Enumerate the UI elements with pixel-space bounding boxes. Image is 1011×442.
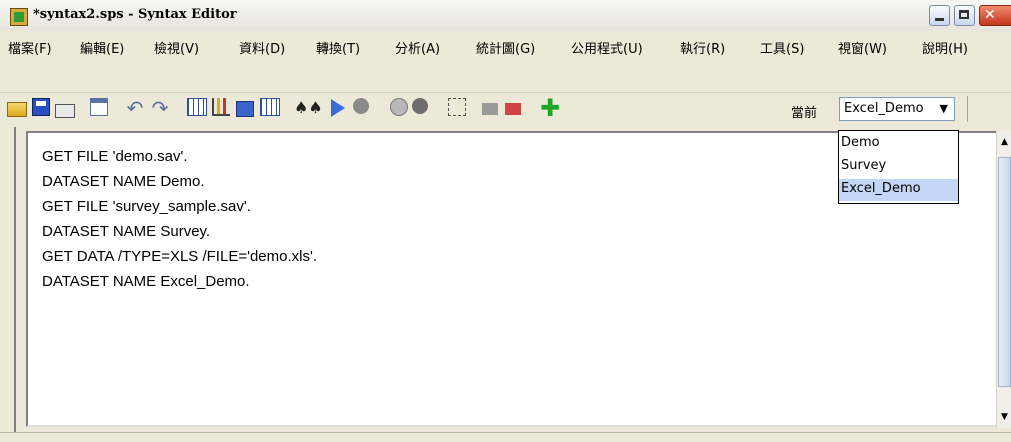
scroll-up-icon[interactable]: ▲	[997, 134, 1011, 151]
variables-icon[interactable]	[260, 98, 280, 116]
menu-data[interactable]: 資料(D)	[239, 38, 285, 57]
scroll-thumb[interactable]	[998, 157, 1011, 387]
vertical-scrollbar[interactable]: ▲ ▼	[996, 131, 1011, 428]
stop-icon[interactable]	[353, 98, 369, 114]
code-line[interactable]: GET FILE 'demo.sav'.	[42, 148, 188, 165]
editor-gutter	[14, 127, 16, 441]
menu-file[interactable]: 檔案(F)	[8, 38, 52, 57]
title-bar: *syntax2.sps - Syntax Editor	[0, 0, 1011, 32]
menu-analyze[interactable]: 分析(A)	[395, 38, 440, 57]
toggle-bookmark-icon[interactable]	[412, 98, 428, 114]
menu-graphs[interactable]: 統計圖(G)	[476, 38, 535, 57]
app-icon	[10, 8, 28, 26]
menu-transform[interactable]: 轉換(T)	[316, 38, 360, 57]
chart-icon[interactable]	[212, 98, 230, 116]
dataset-label: 當前	[791, 106, 818, 121]
data-editor-icon[interactable]	[90, 98, 108, 116]
bookmark-icon[interactable]	[390, 98, 408, 116]
minimize-button[interactable]	[929, 5, 950, 26]
menu-window[interactable]: 視窗(W)	[838, 38, 887, 57]
goto-data-icon[interactable]	[187, 98, 207, 116]
dataset-dropdown-list: Demo Survey Excel_Demo	[838, 130, 959, 204]
window-title: *syntax2.sps - Syntax Editor	[33, 7, 237, 22]
code-line[interactable]: DATASET NAME Excel_Demo.	[42, 273, 250, 290]
code-line[interactable]: GET DATA /TYPE=XLS /FILE='demo.xls'.	[42, 248, 317, 265]
code-line[interactable]: DATASET NAME Demo.	[42, 173, 205, 190]
menu-help[interactable]: 說明(H)	[922, 38, 968, 57]
scroll-down-icon[interactable]: ▼	[997, 409, 1011, 426]
dataset-option-demo[interactable]: Demo	[839, 133, 958, 155]
toolbar-separator	[967, 96, 968, 122]
chevron-down-icon[interactable]: ▼	[940, 102, 948, 115]
open-icon[interactable]	[7, 102, 27, 117]
maximize-button[interactable]	[954, 5, 975, 26]
run-icon[interactable]	[331, 99, 345, 117]
dataset-option-excel-demo[interactable]: Excel_Demo	[839, 179, 958, 201]
add-icon[interactable]: ✚	[540, 96, 560, 120]
menu-utilities[interactable]: 公用程式(U)	[571, 38, 643, 57]
use-sets-icon[interactable]	[505, 103, 521, 115]
help-icon[interactable]	[482, 103, 498, 115]
variable-list-icon[interactable]	[448, 98, 466, 116]
menu-tools[interactable]: 工具(S)	[760, 38, 804, 57]
active-dataset-select[interactable]: Excel_Demo ▼	[839, 97, 955, 121]
save-icon[interactable]	[32, 98, 50, 116]
menu-run[interactable]: 執行(R)	[680, 38, 725, 57]
menu-edit[interactable]: 編輯(E)	[80, 38, 124, 57]
menu-view[interactable]: 檢視(V)	[154, 38, 199, 57]
find-icon[interactable]: ♠♠	[294, 98, 323, 118]
dataset-option-survey[interactable]: Survey	[839, 156, 958, 178]
close-button[interactable]	[979, 5, 1011, 26]
insert-case-icon[interactable]	[236, 101, 254, 117]
code-line[interactable]: GET FILE 'survey_sample.sav'.	[42, 198, 251, 215]
print-icon[interactable]	[55, 104, 75, 118]
active-dataset-value: Excel_Demo	[844, 101, 924, 116]
undo-icon[interactable]: ↶	[125, 98, 145, 118]
code-line[interactable]: DATASET NAME Survey.	[42, 223, 210, 240]
redo-icon[interactable]: ↷	[150, 98, 170, 118]
